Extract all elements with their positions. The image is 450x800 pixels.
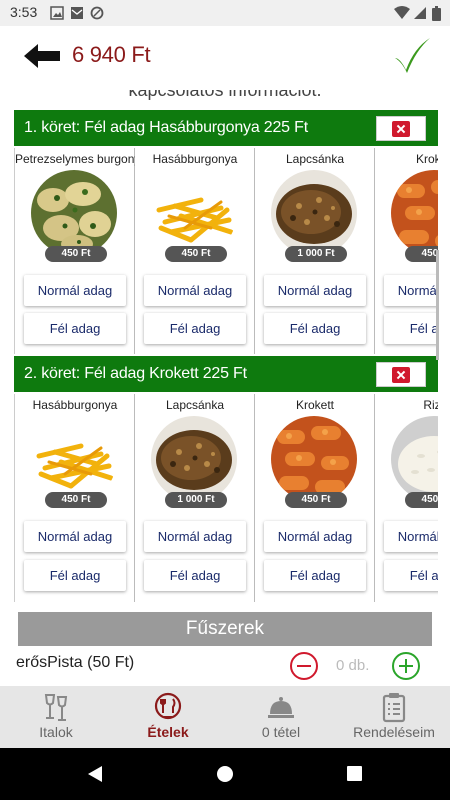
normal-portion-button[interactable]: Normál adag (144, 521, 246, 552)
remove-side-dish-1-button[interactable] (376, 116, 426, 141)
cloche-icon (268, 697, 294, 718)
side-dish-1-header: 1. köret: Fél adag Hasábburgonya 225 Ft (14, 110, 438, 146)
option-name: Hasábburgonya (32, 398, 118, 412)
remove-side-dish-2-button[interactable] (376, 362, 426, 387)
decrease-quantity-icon[interactable] (290, 652, 318, 680)
price-badge: 450 Ft (165, 246, 227, 262)
close-icon (392, 367, 410, 383)
option-card[interactable]: Lapcsánka 1 000 Ft Normál adag Fél adag (135, 394, 255, 602)
half-portion-button[interactable]: Fél adag (24, 560, 126, 591)
increase-quantity-icon[interactable] (392, 652, 420, 680)
option-name: Petrezselymes burgonya (15, 152, 148, 166)
mail-icon (71, 7, 83, 19)
option-card[interactable]: Krokett 450 Ft Normál adag Fél adag (375, 148, 438, 354)
side-dish-1-title: 1. köret: Fél adag Hasábburgonya 225 Ft (24, 119, 308, 136)
app-header: 6 940 Ft (0, 26, 450, 90)
half-portion-button[interactable]: Fél adag (264, 560, 366, 591)
plate-cutlery-icon (154, 692, 182, 720)
back-triangle-icon[interactable] (86, 765, 104, 783)
option-name: Krokett (295, 398, 334, 412)
price-badge: 1 000 Ft (285, 246, 347, 262)
option-card[interactable]: Hasábburgonya 450 Ft Normál adag Fél ada… (15, 394, 135, 602)
system-navigation-bar (0, 748, 450, 800)
croquettes-image (391, 170, 438, 256)
half-portion-button[interactable]: Fél adag (384, 313, 438, 344)
spice-quantity: 0 db. (336, 657, 370, 674)
option-name: Lapcsánka (165, 398, 225, 412)
potato-pancake-image (271, 170, 357, 256)
wifi-icon (394, 6, 410, 19)
price-badge: 450 Ft (45, 492, 107, 508)
normal-portion-button[interactable]: Normál adag (264, 521, 366, 552)
price-badge: 450 Ft (405, 246, 438, 262)
nav-orders[interactable]: Rendeléseim (338, 686, 450, 748)
price-badge: 450 Ft (45, 246, 107, 262)
french-fries-image (31, 416, 117, 502)
nav-label: Rendeléseim (353, 724, 435, 740)
home-circle-icon[interactable] (216, 765, 234, 783)
battery-icon (432, 6, 441, 21)
option-name: Krokett (415, 152, 438, 166)
price-badge: 450 Ft (405, 492, 438, 508)
french-fries-image (151, 170, 237, 256)
scrollbar-thumb[interactable] (436, 250, 439, 360)
side-dish-1-options[interactable]: Petrezselymes burgonya 450 Ft Normál ada… (14, 148, 438, 354)
half-portion-button[interactable]: Fél adag (144, 313, 246, 344)
option-card[interactable]: Rizs 450 Ft Normál adag Fél adag (375, 394, 438, 602)
parsley-potatoes-image (31, 170, 117, 256)
side-dish-2-header: 2. köret: Fél adag Krokett 225 Ft (14, 356, 438, 392)
option-name: Hasábburgonya (152, 152, 238, 166)
option-card[interactable]: Lapcsánka 1 000 Ft Normál adag Fél adag (255, 148, 375, 354)
data-saver-icon (90, 6, 104, 20)
rice-image (391, 416, 438, 502)
option-card[interactable]: Krokett 450 Ft Normál adag Fél adag (255, 394, 375, 602)
status-bar: 3:53 (0, 0, 450, 26)
croquettes-image (271, 416, 357, 502)
nav-food[interactable]: Ételek (112, 686, 224, 748)
option-name: Rizs (423, 398, 438, 412)
nav-label: 0 tétel (261, 724, 301, 740)
gallery-icon (50, 6, 64, 20)
spice-name: erősPista (50 Ft) (16, 654, 135, 671)
back-arrow-icon[interactable] (22, 40, 62, 72)
close-icon (392, 121, 410, 137)
spices-header: Fűszerek (18, 612, 432, 646)
recents-square-icon[interactable] (346, 765, 363, 782)
price-badge: 450 Ft (285, 492, 347, 508)
half-portion-button[interactable]: Fél adag (264, 313, 366, 344)
normal-portion-button[interactable]: Normál adag (24, 521, 126, 552)
spice-row: erősPista (50 Ft) 0 db. (0, 650, 450, 686)
half-portion-button[interactable]: Fél adag (384, 560, 438, 591)
normal-portion-button[interactable]: Normál adag (384, 521, 438, 552)
clipboard-icon (382, 693, 406, 723)
option-card[interactable]: Hasábburgonya 450 Ft Normál adag Fél ada… (135, 148, 255, 354)
status-time: 3:53 (10, 4, 38, 20)
option-name: Lapcsánka (285, 152, 345, 166)
nav-label: Ételek (147, 724, 189, 740)
nav-label: Italok (39, 724, 73, 740)
menu-content: kapcsolatos információt. 1. köret: Fél a… (0, 90, 450, 686)
potato-pancake-image (151, 416, 237, 502)
nav-cart[interactable]: 0 tétel (225, 686, 337, 748)
signal-icon (414, 7, 426, 19)
info-text: kapcsolatos információt. (128, 90, 322, 100)
normal-portion-button[interactable]: Normál adag (24, 275, 126, 306)
normal-portion-button[interactable]: Normál adag (384, 275, 438, 306)
normal-portion-button[interactable]: Normál adag (264, 275, 366, 306)
bottom-navigation: Italok Ételek 0 tétel Rendeléseim (0, 686, 450, 748)
order-total: 6 940 Ft (72, 42, 151, 67)
wine-glasses-icon (44, 694, 68, 721)
half-portion-button[interactable]: Fél adag (24, 313, 126, 344)
price-badge: 1 000 Ft (165, 492, 227, 508)
nav-drinks[interactable]: Italok (0, 686, 112, 748)
side-dish-2-options[interactable]: Hasábburgonya 450 Ft Normál adag Fél ada… (14, 394, 438, 602)
half-portion-button[interactable]: Fél adag (144, 560, 246, 591)
normal-portion-button[interactable]: Normál adag (144, 275, 246, 306)
side-dish-2-title: 2. köret: Fél adag Krokett 225 Ft (24, 365, 247, 382)
confirm-check-icon[interactable] (392, 36, 432, 76)
option-card[interactable]: Petrezselymes burgonya 450 Ft Normál ada… (15, 148, 148, 354)
